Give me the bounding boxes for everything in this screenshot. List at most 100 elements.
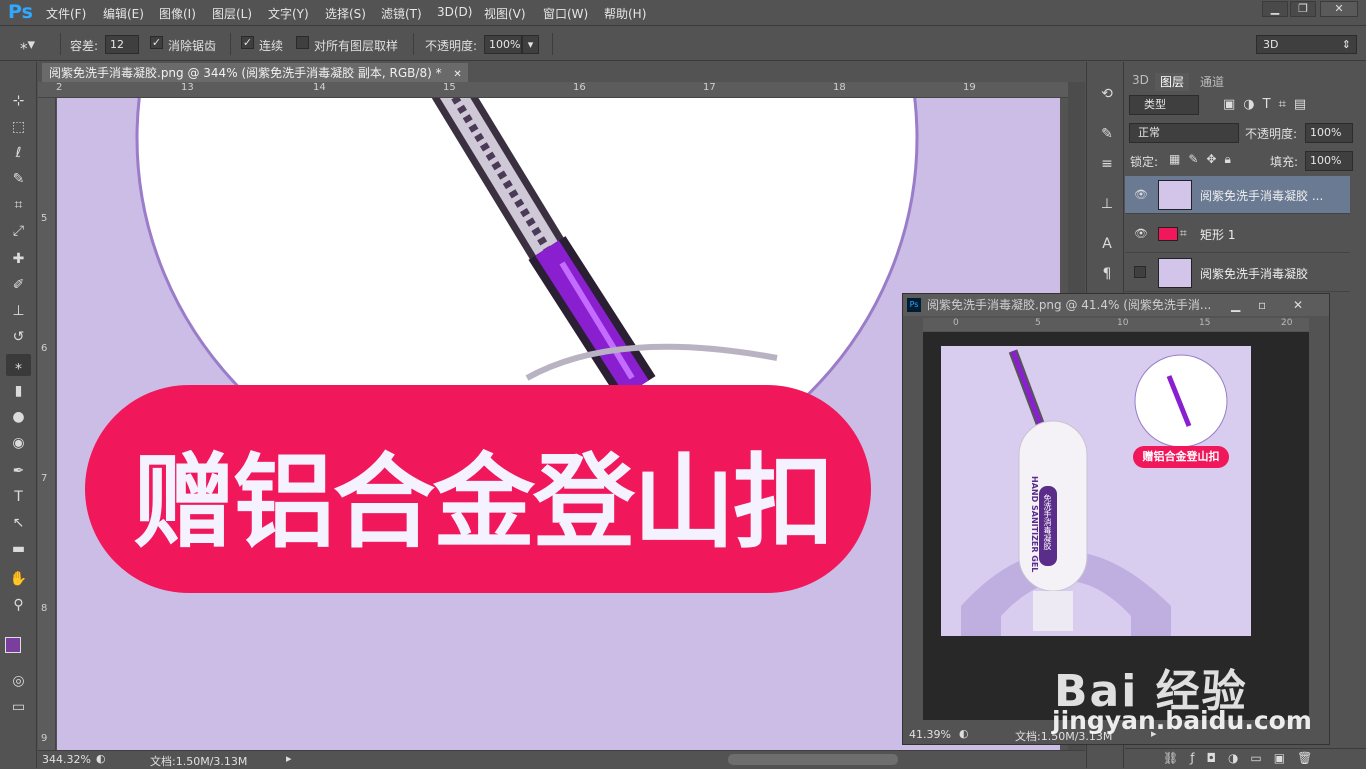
menu-type[interactable]: 文字(Y)	[268, 5, 309, 22]
status-bar: 344.32% ◐ 文档:1.50M/3.13M ▸	[38, 750, 1085, 768]
ruler-tick: 15	[1199, 318, 1211, 328]
contiguous-checkbox[interactable]: ✓	[241, 36, 254, 49]
history-panel-icon[interactable]: ⟲	[1097, 86, 1117, 106]
layer-filter-icons[interactable]: ▣◑T⌗▤	[1223, 97, 1314, 112]
close-icon[interactable]: ✕	[1293, 294, 1303, 316]
ruler-vertical: 5 6 7 8 9	[38, 98, 56, 750]
clone-source-icon[interactable]: ⊥	[1097, 196, 1117, 216]
floating-zoom-level[interactable]: 41.39%	[909, 728, 951, 741]
ruler-tick: 18	[833, 82, 846, 93]
brush-tool-icon[interactable]: ✐	[6, 274, 31, 296]
floating-window-titlebar[interactable]: Ps 阅紫免洗手消毒凝胶.png @ 41.4% (阅紫免洗手消... ▁ ▫ …	[903, 294, 1329, 316]
status-options-icon[interactable]: ◐	[959, 727, 969, 740]
quick-mask-icon[interactable]: ◎	[6, 670, 31, 692]
brush-panel-icon[interactable]: ✎	[1097, 126, 1117, 146]
sample-all-checkbox[interactable]	[296, 36, 309, 49]
separator	[413, 33, 414, 55]
path-select-tool-icon[interactable]: ↖	[6, 512, 31, 534]
ruler-horizontal: 2 13 14 15 16 17 18 19	[38, 82, 1068, 98]
menu-file[interactable]: 文件(F)	[46, 5, 86, 22]
visibility-toggle[interactable]	[1134, 266, 1146, 278]
menu-layer[interactable]: 图层(L)	[212, 5, 252, 22]
tab-layers[interactable]: 图层	[1155, 73, 1190, 91]
fill-label: 填充:	[1270, 155, 1299, 169]
dodge-tool-icon[interactable]: ◉	[6, 432, 31, 454]
tab-3d[interactable]: 3D	[1127, 73, 1154, 91]
healing-tool-icon[interactable]: ✚	[6, 248, 31, 270]
menu-select[interactable]: 选择(S)	[325, 5, 366, 22]
hand-tool-icon[interactable]: ✋	[6, 568, 31, 590]
gradient-tool-icon[interactable]: ▮	[6, 380, 31, 402]
separator	[230, 33, 231, 55]
vector-mask-icon: ⌗	[1180, 226, 1187, 240]
menu-image[interactable]: 图像(I)	[159, 5, 196, 22]
brush-presets-icon[interactable]: ≡	[1097, 156, 1117, 176]
stamp-tool-icon[interactable]: ⊥	[6, 300, 31, 322]
tab-channels[interactable]: 通道	[1195, 73, 1229, 91]
tolerance-input[interactable]: 12	[105, 35, 139, 54]
eye-icon[interactable]: 👁︎	[1134, 227, 1148, 240]
minimize-icon[interactable]: ▁	[1231, 294, 1240, 316]
status-menu-arrow-icon[interactable]: ▸	[286, 752, 292, 765]
maximize-icon[interactable]: ▫	[1258, 294, 1266, 316]
menu-filter[interactable]: 滤镜(T)	[381, 5, 422, 22]
menu-3d[interactable]: 3D(D)	[437, 5, 472, 19]
opacity-dropdown-icon[interactable]: ▾	[522, 35, 539, 54]
layer-thumbnail	[1158, 180, 1192, 210]
horizontal-scrollbar-thumb[interactable]	[728, 754, 898, 765]
fill-input[interactable]: 100%	[1305, 151, 1353, 171]
menu-help[interactable]: 帮助(H)	[604, 5, 646, 22]
move-tool-icon[interactable]: ⊹	[6, 90, 31, 112]
options-bar: ⁎▾ 容差: 12 ✓ 消除锯齿 ✓ 连续 对所有图层取样 不透明度: 100%…	[0, 27, 1366, 61]
magic-wand-icon[interactable]: ⁎▾	[20, 35, 35, 53]
eyedropper-tool-icon[interactable]: ⤢	[6, 220, 31, 242]
type-tool-icon[interactable]: T	[6, 486, 31, 508]
paragraph-panel-icon[interactable]: ¶	[1097, 266, 1117, 286]
foreground-color-swatch[interactable]	[5, 637, 21, 653]
shape-tool-icon[interactable]: ▬	[6, 538, 31, 560]
workspace-select[interactable]: 3D ⇕	[1256, 35, 1357, 54]
tolerance-label: 容差:	[70, 39, 99, 53]
layer-name: 阅紫免洗手消毒凝胶	[1200, 267, 1309, 281]
antialias-checkbox[interactable]: ✓	[150, 36, 163, 49]
eye-icon[interactable]: 👁︎	[1134, 188, 1148, 201]
zoom-level[interactable]: 344.32%	[42, 753, 91, 766]
layers-panel-footer: ⛓ƒ◘◑▭▣🗑︎	[1125, 748, 1366, 768]
menu-window[interactable]: 窗口(W)	[543, 5, 588, 22]
magic-eraser-tool-icon[interactable]: ⁎	[6, 354, 31, 376]
blend-mode-select[interactable]: 正常	[1129, 123, 1239, 143]
close-tab-icon[interactable]: ✕	[453, 69, 461, 80]
layer-row[interactable]: 阅紫免洗手消毒凝胶	[1125, 254, 1350, 292]
layer-filter-select[interactable]: 类型	[1129, 95, 1199, 115]
opacity-label: 不透明度:	[425, 39, 478, 53]
restore-icon[interactable]: ❐	[1290, 1, 1316, 17]
screen-mode-icon[interactable]: ▭	[6, 696, 31, 718]
crop-tool-icon[interactable]: ⌗	[6, 194, 31, 216]
zoom-tool-icon[interactable]: ⚲	[6, 594, 31, 616]
close-icon[interactable]: ✕	[1320, 1, 1358, 17]
blur-tool-icon[interactable]: ●	[6, 406, 31, 428]
pen-tool-icon[interactable]: ✒	[6, 460, 31, 482]
layer-actions-icons[interactable]: ⛓ƒ◘◑▭▣🗑︎	[1163, 751, 1324, 765]
minimize-icon[interactable]: ▁	[1262, 1, 1288, 17]
lasso-tool-icon[interactable]: ℓ	[6, 142, 31, 164]
document-tab[interactable]: 阅紫免洗手消毒凝胶.png @ 344% (阅紫免洗手消毒凝胶 副本, RGB/…	[42, 63, 468, 83]
opacity-input[interactable]: 100%	[484, 35, 522, 54]
history-brush-icon[interactable]: ↺	[6, 326, 31, 348]
bottle-label-en: HAND SANITIZER GEL	[1030, 476, 1039, 573]
layer-opacity-input[interactable]: 100%	[1305, 123, 1353, 143]
layer-row[interactable]: 👁︎ ⌗ 矩形 1	[1125, 215, 1350, 253]
quick-select-tool-icon[interactable]: ✎	[6, 168, 31, 190]
menu-edit[interactable]: 编辑(E)	[103, 5, 144, 22]
lock-icons[interactable]: ▦✎✥🔒︎	[1169, 152, 1239, 167]
ruler-tick: 0	[953, 318, 959, 328]
layer-row[interactable]: 👁︎ 阅紫免洗手消毒凝胶 ...	[1125, 176, 1350, 214]
shape-thumbnail	[1158, 227, 1178, 241]
character-panel-icon[interactable]: A	[1097, 236, 1117, 256]
menu-view[interactable]: 视图(V)	[484, 5, 526, 22]
contiguous-label: 连续	[259, 39, 284, 53]
marquee-tool-icon[interactable]: ⬚	[6, 116, 31, 138]
status-options-icon[interactable]: ◐	[96, 752, 106, 765]
separator	[552, 33, 553, 55]
floating-ruler: 0 5 10 15 20	[923, 318, 1309, 331]
